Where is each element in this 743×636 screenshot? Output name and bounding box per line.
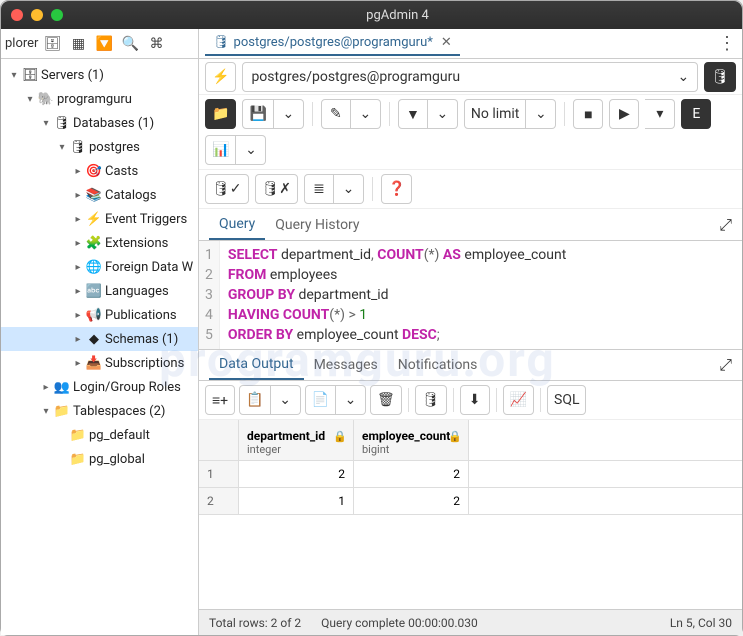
expand-icon[interactable]: ⤢ xyxy=(719,215,732,235)
tab-bar: 🛢 postgres/postgres@programguru* ✕ ⋮ xyxy=(199,29,742,59)
toolbar-row-2: 🛢✓ 🛢✗ ≣⌄ ❓ xyxy=(199,170,742,209)
status-time: Query complete 00:00:00.030 xyxy=(321,616,478,630)
sidebar-title: plorer xyxy=(5,36,38,51)
rollback-button[interactable]: 🛢✗ xyxy=(255,174,299,204)
tree-node[interactable]: ▾🛢postgres xyxy=(1,135,198,159)
copy-button[interactable]: 📋 xyxy=(239,385,270,415)
window-title: pgAdmin 4 xyxy=(63,8,732,23)
tree-node[interactable]: ▸🌐Foreign Data W xyxy=(1,255,198,279)
results-grid[interactable]: department_idinteger🔒employee_countbigin… xyxy=(199,420,742,515)
tab-query-history[interactable]: Query History xyxy=(265,211,369,239)
help-button[interactable]: ❓ xyxy=(381,174,412,204)
add-row-button[interactable]: ≡+ xyxy=(205,385,235,415)
stop-button[interactable]: ■ xyxy=(573,99,603,129)
macros-dropdown[interactable]: ⌄ xyxy=(334,174,364,204)
execute-button[interactable]: ▶ xyxy=(609,99,639,129)
paste-dropdown[interactable]: ⌄ xyxy=(336,385,366,415)
query-subtabs: Query Query History ⤢ xyxy=(199,209,742,241)
tree-node[interactable]: ▸🎯Casts xyxy=(1,159,198,183)
connection-select[interactable]: postgres/postgres@programguru ⌄ xyxy=(242,62,698,92)
tree-node[interactable]: ▸🔤Languages xyxy=(1,279,198,303)
chevron-down-icon: ⌄ xyxy=(677,69,689,85)
save-dropdown[interactable]: ⌄ xyxy=(274,99,304,129)
sidebar-toolbar: plorer 🗄 ▦ 🔽 🔍 ⌘ xyxy=(1,29,198,59)
chart-dropdown[interactable]: ⌄ xyxy=(236,135,266,165)
tree-node[interactable]: ▸🧩Extensions xyxy=(1,231,198,255)
maximize-window[interactable] xyxy=(51,9,63,21)
query-tool-icon[interactable]: 🗄 xyxy=(40,32,64,56)
tree-node[interactable]: ▾📁Tablespaces (2) xyxy=(1,399,198,423)
filter-button[interactable]: ▼ xyxy=(398,99,428,129)
edit-button[interactable]: ✎ xyxy=(321,99,351,129)
output-subtabs: Data Output Messages Notifications ⤢ xyxy=(199,349,742,381)
filter-icon[interactable]: 🔽 xyxy=(92,32,116,56)
terminal-icon[interactable]: ⌘ xyxy=(144,32,168,56)
limit-select[interactable]: No limit xyxy=(464,99,527,129)
tree-node[interactable]: ▸👥Login/Group Roles xyxy=(1,375,198,399)
sql-button[interactable]: SQL xyxy=(547,385,586,415)
editor-tab[interactable]: 🛢 postgres/postgres@programguru* ✕ xyxy=(205,31,460,56)
commit-button[interactable]: 🛢✓ xyxy=(205,174,249,204)
sql-editor[interactable]: 12345 SELECT department_id, COUNT(*) AS … xyxy=(199,241,742,349)
connection-status-icon[interactable]: ⚡ xyxy=(205,62,236,92)
close-tab-icon[interactable]: ✕ xyxy=(441,35,452,50)
open-file-button[interactable]: 📁 xyxy=(205,99,236,129)
download-button[interactable]: ⬇ xyxy=(460,385,490,415)
copy-dropdown[interactable]: ⌄ xyxy=(271,385,301,415)
tree-node[interactable]: ▸⚡Event Triggers xyxy=(1,207,198,231)
macros-button[interactable]: ≣ xyxy=(304,174,334,204)
tree-node[interactable]: ▸📢Publications xyxy=(1,303,198,327)
tree-node[interactable]: ▸◆Schemas (1) xyxy=(1,327,198,351)
limit-dropdown[interactable]: ⌄ xyxy=(526,99,556,129)
tab-notifications[interactable]: Notifications xyxy=(388,351,488,379)
paste-button[interactable]: 📄 xyxy=(305,385,336,415)
search-icon[interactable]: 🔍 xyxy=(118,32,142,56)
new-connection-button[interactable]: 🛢 xyxy=(704,62,736,92)
tab-data-output[interactable]: Data Output xyxy=(209,350,304,380)
close-window[interactable] xyxy=(11,9,23,21)
output-toolbar: ≡+ 📋⌄ 📄⌄ 🗑 🛢 ⬇ 📈 SQL xyxy=(199,381,742,420)
titlebar: pgAdmin 4 xyxy=(1,1,742,29)
delete-row-button[interactable]: 🗑 xyxy=(370,385,402,415)
tab-query[interactable]: Query xyxy=(209,210,265,240)
tree-node[interactable]: ▸📥Subscriptions xyxy=(1,351,198,375)
save-button[interactable]: 💾 xyxy=(242,99,273,129)
tab-messages[interactable]: Messages xyxy=(304,351,388,379)
tree-node[interactable]: ▾🗄Servers (1) xyxy=(1,63,198,87)
explain-analyze-button[interactable]: E xyxy=(681,99,711,129)
minimize-window[interactable] xyxy=(31,9,43,21)
view-data-icon[interactable]: ▦ xyxy=(66,32,90,56)
sidebar: plorer 🗄 ▦ 🔽 🔍 ⌘ ▾🗄Servers (1)▾🐘programg… xyxy=(1,29,199,635)
explain-button[interactable]: ▾ xyxy=(645,99,675,129)
database-icon: 🛢 xyxy=(213,35,230,50)
edit-dropdown[interactable]: ⌄ xyxy=(351,99,381,129)
toolbar-row-1: 📁 💾⌄ ✎⌄ ▼⌄ No limit⌄ ■ ▶ ▾ E 📊⌄ xyxy=(199,95,742,170)
save-data-button[interactable]: 🛢 xyxy=(415,385,447,415)
status-cursor: Ln 5, Col 30 xyxy=(670,616,732,630)
tree-node[interactable]: 📁pg_default xyxy=(1,423,198,447)
tree-node[interactable]: ▾🛢Databases (1) xyxy=(1,111,198,135)
status-bar: Total rows: 2 of 2 Query complete 00:00:… xyxy=(199,609,742,635)
tree-node[interactable]: ▸📚Catalogs xyxy=(1,183,198,207)
tree-node[interactable]: 📁pg_global xyxy=(1,447,198,471)
status-rows: Total rows: 2 of 2 xyxy=(209,616,301,630)
tab-label: postgres/postgres@programguru* xyxy=(234,35,433,50)
kebab-menu-icon[interactable]: ⋮ xyxy=(718,33,736,54)
object-tree[interactable]: ▾🗄Servers (1)▾🐘programguru▾🛢Databases (1… xyxy=(1,59,198,635)
filter-dropdown[interactable]: ⌄ xyxy=(428,99,458,129)
tree-node[interactable]: ▾🐘programguru xyxy=(1,87,198,111)
code-area[interactable]: SELECT department_id, COUNT(*) AS employ… xyxy=(220,241,574,349)
graph-button[interactable]: 📈 xyxy=(503,385,534,415)
chart-button[interactable]: 📊 xyxy=(205,135,236,165)
expand-output-icon[interactable]: ⤢ xyxy=(719,355,732,375)
line-gutter: 12345 xyxy=(199,241,220,349)
connection-bar: ⚡ postgres/postgres@programguru ⌄ 🛢 xyxy=(199,59,742,95)
